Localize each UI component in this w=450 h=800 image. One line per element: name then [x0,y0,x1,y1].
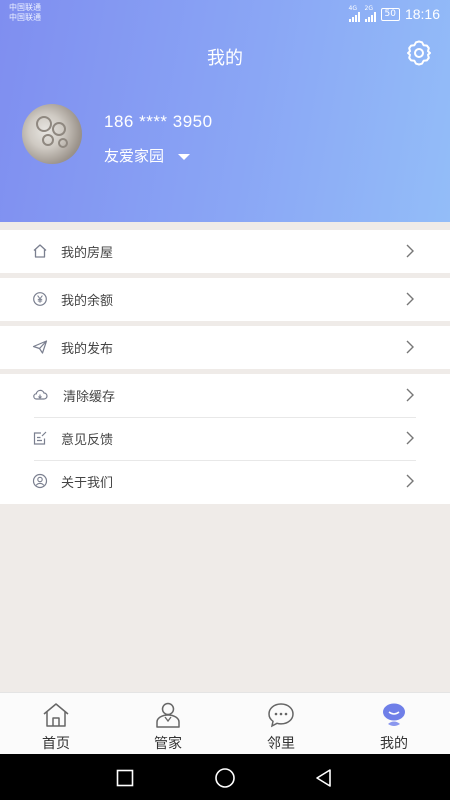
menu-group: 我的余额 [0,278,450,321]
back-triangle-icon[interactable] [314,768,334,788]
chevron-right-icon [406,474,414,488]
menu-item-balance[interactable]: 我的余额 [0,278,450,321]
avatar[interactable] [22,104,82,164]
chevron-right-icon [406,244,414,258]
chevron-right-icon [406,292,414,306]
system-nav-bar [0,754,450,800]
chevron-right-icon [406,431,414,445]
tab-label: 我的 [380,736,408,752]
clock: 18:16 [404,6,440,22]
carrier-name: 中国联通 [9,3,41,12]
profile-header: 中国联通 中国联通 4G 2G 50 18:16 我的 186 **** 395… [0,0,450,222]
menu-item-publish[interactable]: 我的发布 [0,326,450,369]
signal-icon: 2G [364,6,376,22]
community-selector[interactable]: 友爱家园 [104,145,191,166]
community-name: 友爱家园 [104,147,165,165]
profile-icon [383,703,405,726]
butler-icon [156,702,180,728]
signal-icon: 4G [348,6,360,22]
menu-item-feedback[interactable]: 意见反馈 [0,417,450,460]
home-icon [43,703,69,727]
menu-item-label: 意见反馈 [61,433,114,448]
tab-label: 邻里 [267,736,295,752]
yuan-coin-icon [33,292,47,306]
tab-label: 首页 [42,736,70,752]
status-indicators: 4G 2G 50 18:16 [348,6,440,22]
tab-label: 管家 [154,736,182,752]
tab-home[interactable]: 首页 [0,693,112,755]
status-bar: 中国联通 中国联通 4G 2G 50 18:16 [0,0,450,28]
menu-item-about[interactable]: 关于我们 [0,460,450,503]
tab-butler[interactable]: 管家 [112,693,224,755]
tab-mine[interactable]: 我的 [338,693,450,755]
house-icon [33,244,47,258]
menu-item-house[interactable]: 我的房屋 [0,230,450,273]
battery-icon: 50 [380,7,400,21]
home-circle-icon[interactable] [214,767,236,789]
page-title: 我的 [207,48,243,69]
menu-group: 清除缓存 意见反馈 关于我们 [0,374,450,504]
settings-gear-icon[interactable] [404,38,434,68]
recent-apps-icon[interactable] [116,769,134,787]
chevron-right-icon [406,340,414,354]
menu-item-clear-cache[interactable]: 清除缓存 [0,374,450,417]
menu-item-label: 我的发布 [61,342,114,357]
user-circle-icon [32,473,48,489]
edit-note-icon [33,431,47,445]
menu-item-label: 清除缓存 [63,390,116,405]
bottom-tab-bar: 首页 管家 邻里 我的 [0,692,450,754]
menu-item-label: 我的房屋 [61,246,114,261]
cloud-icon [33,389,48,400]
caret-down-icon [178,153,191,160]
chat-icon [268,703,294,728]
carrier-name: 中国联通 [9,13,41,22]
menu-item-label: 我的余额 [61,294,114,309]
menu-item-label: 关于我们 [61,476,114,491]
user-phone: 186 **** 3950 [104,112,213,131]
chevron-right-icon [406,388,414,402]
menu-group: 我的房屋 [0,230,450,273]
send-icon [32,340,48,354]
tab-neighbors[interactable]: 邻里 [225,693,337,755]
profile-screen: 中国联通 中国联通 4G 2G 50 18:16 我的 186 **** 395… [0,0,450,800]
menu-group: 我的发布 [0,326,450,369]
carrier-info: 中国联通 中国联通 [9,3,41,23]
